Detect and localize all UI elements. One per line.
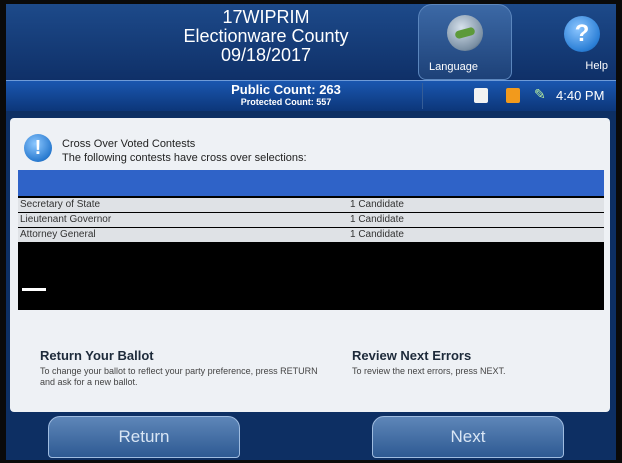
title-line-date: 09/18/2017 <box>220 45 312 65</box>
protected-count: Protected Count: 557 <box>240 97 332 107</box>
ballot-counts: Public Count: 263 Protected Count: 557 <box>156 83 416 108</box>
election-title: 17WIPRIM Electionware County 09/18/2017 <box>136 8 396 65</box>
contest-name: Lieutenant Governor <box>20 214 112 225</box>
cross-over-panel: ! Cross Over Voted Contests The followin… <box>10 118 610 412</box>
document-icon <box>474 88 488 103</box>
language-icon <box>447 15 483 51</box>
return-button[interactable]: Return <box>48 416 240 458</box>
message-title: Cross Over Voted Contests <box>62 138 196 150</box>
list-cursor <box>22 288 46 291</box>
header: 17WIPRIM Electionware County 09/18/2017 … <box>6 4 616 80</box>
status-bar: Public Count: 263 Protected Count: 557 ✎… <box>6 80 616 111</box>
voting-screen: 17WIPRIM Electionware County 09/18/2017 … <box>6 4 616 460</box>
language-button[interactable]: Language <box>418 4 512 80</box>
contest-selection: 1 Candidate <box>350 199 404 210</box>
contest-selection: 1 Candidate <box>350 214 404 225</box>
next-button[interactable]: Next <box>372 416 564 458</box>
contest-row[interactable]: Secretary of State 1 Candidate <box>18 198 604 213</box>
public-count: Public Count: 263 <box>231 82 341 97</box>
contest-list-header <box>18 170 604 196</box>
message-subtitle: The following contests have cross over s… <box>62 152 307 164</box>
contest-list: Secretary of State 1 Candidate Lieutenan… <box>18 170 604 310</box>
review-section-text: To review the next errors, press NEXT. <box>352 366 506 376</box>
contest-name: Secretary of State <box>20 199 101 210</box>
help-label: Help <box>585 60 608 72</box>
contest-selection: 1 Candidate <box>350 229 404 240</box>
title-line-county: Electionware County <box>183 26 349 46</box>
title-line-election: 17WIPRIM <box>222 7 310 27</box>
return-section-text: To change your ballot to reflect your pa… <box>40 366 318 387</box>
help-button[interactable]: ? Help <box>536 4 616 78</box>
review-section-title: Review Next Errors <box>352 348 472 363</box>
contest-row[interactable]: Lieutenant Governor 1 Candidate <box>18 213 604 228</box>
status-divider <box>422 83 423 109</box>
return-section-title: Return Your Ballot <box>40 348 154 363</box>
power-plug-icon: ✎ <box>534 86 546 102</box>
language-label: Language <box>429 61 478 73</box>
save-icon <box>506 88 520 103</box>
help-icon: ? <box>564 16 600 52</box>
clock: 4:40 PM <box>556 88 605 103</box>
contest-row[interactable]: Attorney General 1 Candidate <box>18 228 604 243</box>
alert-icon: ! <box>24 134 52 162</box>
contest-name: Attorney General <box>20 229 96 240</box>
